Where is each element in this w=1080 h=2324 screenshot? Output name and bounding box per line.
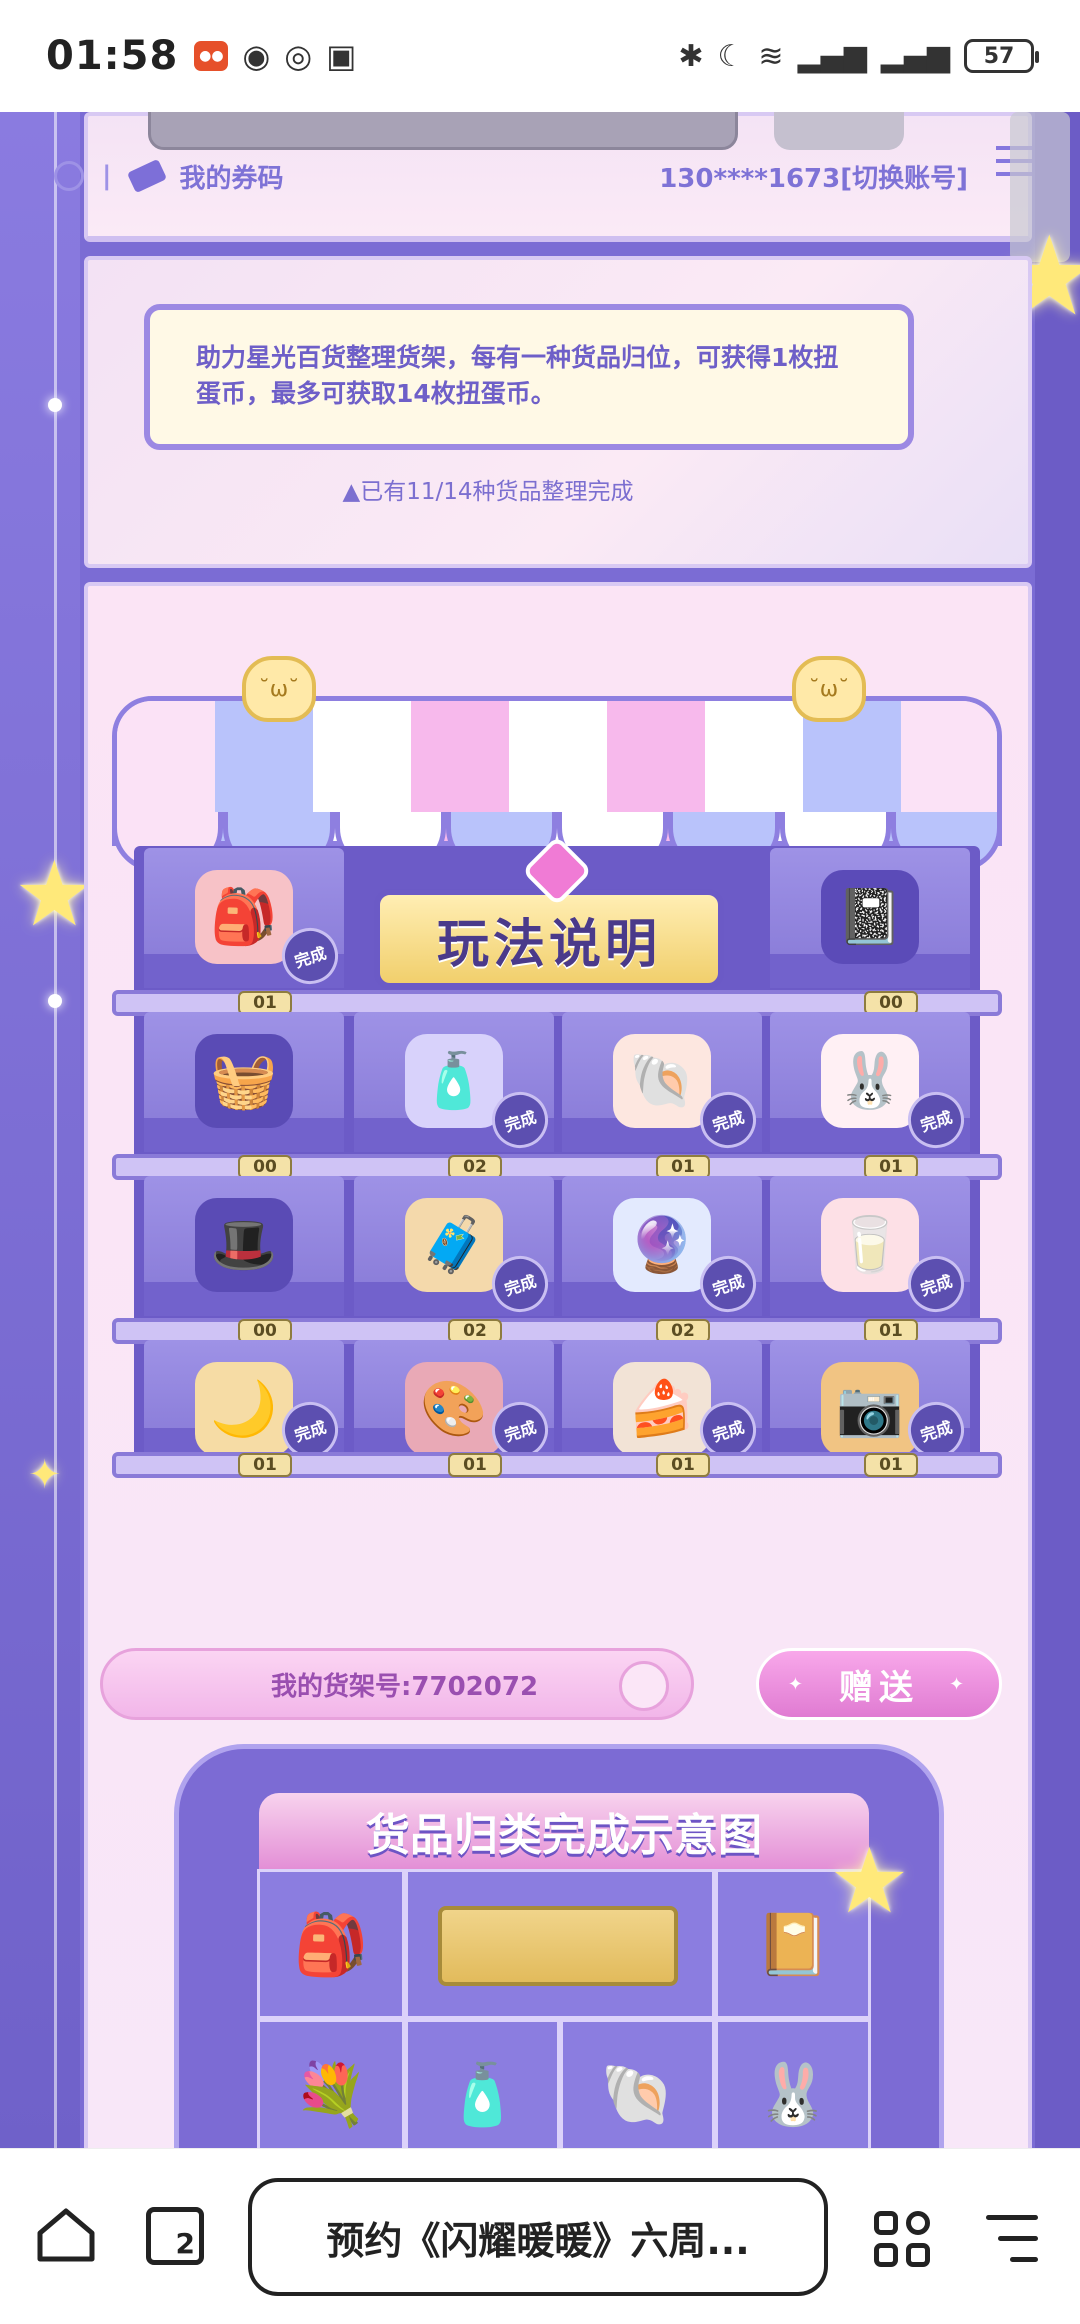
status-bar: 01:58 ●● ◉ ◎ ▣ ✱ ☾ ≋ ▂▄▆ ▂▄▆ 57 (0, 0, 1080, 112)
shelf-number-text: 我的货架号:7702072 (271, 1671, 539, 1702)
bunny-mug-icon: 🐰 (821, 1034, 919, 1128)
shelf-slot-suitcase[interactable]: 🧳 完成 (354, 1176, 556, 1320)
ticket-icon (126, 158, 167, 194)
legend-title: 货品归类完成示意图 (259, 1793, 869, 1869)
shelf-slot-basket[interactable]: 🧺 (144, 1012, 344, 1152)
shelf-slot-hat[interactable]: 🎩 (144, 1176, 344, 1316)
rail-dot (48, 994, 62, 1008)
hat-icon: 🎩 (195, 1198, 293, 1292)
moon-icon: ☾ (717, 38, 745, 74)
nfc-icon: ▣ (326, 37, 357, 75)
shelf-slot-crystal-ball[interactable]: 🔮 完成 (562, 1176, 764, 1320)
header-panel: | 我的券码 130****1673[切换账号] (54, 112, 1032, 242)
shelf-slot-milk[interactable]: 🥛 完成 (770, 1176, 972, 1320)
shelf-slot-cake[interactable]: 🍰 完成 (562, 1340, 764, 1466)
shelf-slot-palette[interactable]: 🎨 完成 (354, 1340, 556, 1466)
rule-notice: 助力星光百货整理货架，每有一种货品归位，可获得1枚扭蛋币，最多可获取14枚扭蛋币… (144, 304, 914, 450)
legend-shell-icon: 🐚 (560, 2019, 715, 2148)
sparkle-icon: ✦ (787, 1673, 809, 1695)
shelf-slot-camera[interactable]: 📷 完成 (770, 1340, 972, 1466)
my-coupon-link[interactable]: 我的券码 (180, 158, 284, 195)
legend-backpack-icon: 🎒 (257, 1869, 405, 2019)
shelf-slot-moon[interactable]: 🌙 完成 (144, 1340, 346, 1466)
eyeshadow-palette-icon: 🎨 (405, 1362, 503, 1456)
app-notification-icon: ●● (194, 41, 229, 71)
tabs-button[interactable]: 2 (146, 2207, 204, 2265)
web-page[interactable]: | 我的券码 130****1673[切换账号] ★ 助力星光百货整理货架，每有… (0, 112, 1080, 2148)
howto-button[interactable]: 玩法说明 (374, 889, 724, 989)
legend-mug-icon: 🐰 (715, 2019, 871, 2148)
legend-panel: 货品归类完成示意图 🎒 📔 💐 🧴 🐚 🐰 🐱 🧳 🔮 🥛 ★ (174, 1744, 944, 2148)
gift-button[interactable]: ✦ 赠送 ✦ (756, 1648, 1002, 1720)
eye-icon: ◉ (242, 37, 271, 75)
shelf-slot-backpack[interactable]: 🎒 完成 (144, 848, 346, 992)
top-button-2[interactable] (774, 112, 904, 150)
top-button[interactable] (148, 112, 738, 150)
notice-panel: 助力星光百货整理货架，每有一种货品归位，可获得1枚扭蛋币，最多可获取14枚扭蛋币… (84, 256, 1032, 568)
apps-grid-icon[interactable] (874, 2211, 932, 2269)
switch-account-link[interactable]: 130****1673[切换账号] (659, 158, 968, 195)
shelf-slot-mug[interactable]: 🐰 完成 (770, 1012, 972, 1156)
progress-text: 已有11/14种货品整理完成 (360, 479, 634, 505)
basket-icon: 🧺 (195, 1034, 293, 1128)
left-decoration (0, 112, 80, 2148)
shelf-slot-perfume[interactable]: 🧴 完成 (354, 1012, 556, 1156)
home-icon[interactable] (36, 2207, 96, 2263)
shelf-cabinet: 🎒 完成 玩法说明 📓 01 00 🧺 🧴 完成 🐚 完成 🐰 完成 00 02 01 … (112, 846, 1002, 1478)
info-icon[interactable] (54, 161, 84, 191)
backpack-icon: 🎒 (195, 870, 293, 964)
star-icon: ★ (829, 1829, 910, 1934)
menu-icon[interactable] (986, 2215, 1038, 2263)
legend-plaque (438, 1906, 678, 1986)
milk-carton-icon: 🥛 (821, 1198, 919, 1292)
cat-ornament-icon: ˘ω˘ (792, 656, 866, 722)
wifi-icon: ≋ (758, 38, 784, 74)
crystal-ball-icon: 🔮 (613, 1198, 711, 1292)
item-count: 01 (448, 1453, 502, 1477)
legend-perfume-icon: 🧴 (405, 2019, 560, 2148)
cake-icon: 🍰 (613, 1362, 711, 1456)
legend-grid: 🎒 📔 💐 🧴 🐚 🐰 🐱 🧳 🔮 🥛 (257, 1869, 871, 2148)
battery-icon: 57 (964, 39, 1039, 73)
sparkle-icon: ✦ (949, 1673, 971, 1695)
item-count: 01 (864, 1453, 918, 1477)
triangle-icon: ▲ (342, 479, 361, 505)
signal-icon: ▂▄▆ (797, 38, 867, 74)
notebook-icon: 📓 (821, 870, 919, 964)
browser-bottom-bar: 2 预约《闪耀暖暖》六周... (0, 2148, 1080, 2324)
shelf-slot-notebook[interactable]: 📓 (770, 848, 970, 988)
cat-ornament-icon: ˘ω˘ (242, 656, 316, 722)
goods-shelf: ˘ω˘ ˘ω˘ 🎒 完成 玩法说明 📓 01 00 🧺 🧴 完成 🐚 完成 🐰 完成 0… (112, 656, 1002, 1486)
rail-dot (48, 398, 62, 412)
star-icon: ★ (14, 842, 95, 947)
signal-icon-2: ▂▄▆ (880, 38, 950, 74)
item-count: 01 (656, 1453, 710, 1477)
perfume-icon: 🧴 (405, 1034, 503, 1128)
sparkle-icon: ✦ (28, 1452, 62, 1498)
copy-button[interactable] (619, 1661, 669, 1711)
camera-icon: 📷 (821, 1362, 919, 1456)
legend-flower-basket-icon: 💐 (257, 2019, 405, 2148)
suitcase-icon: 🧳 (405, 1198, 503, 1292)
address-bar[interactable]: 预约《闪耀暖暖》六周... (248, 2178, 828, 2296)
shell-icon: 🐚 (613, 1034, 711, 1128)
item-count: 01 (238, 1453, 292, 1477)
right-decoration (1035, 112, 1080, 2148)
hotspot-icon: ◎ (284, 37, 313, 75)
clock: 01:58 (46, 33, 179, 79)
moon-pillow-icon: 🌙 (195, 1362, 293, 1456)
shelf-slot-shell[interactable]: 🐚 完成 (562, 1012, 764, 1156)
shelf-number-box: 我的货架号:7702072 (100, 1648, 694, 1720)
bluetooth-icon: ✱ (678, 38, 704, 74)
